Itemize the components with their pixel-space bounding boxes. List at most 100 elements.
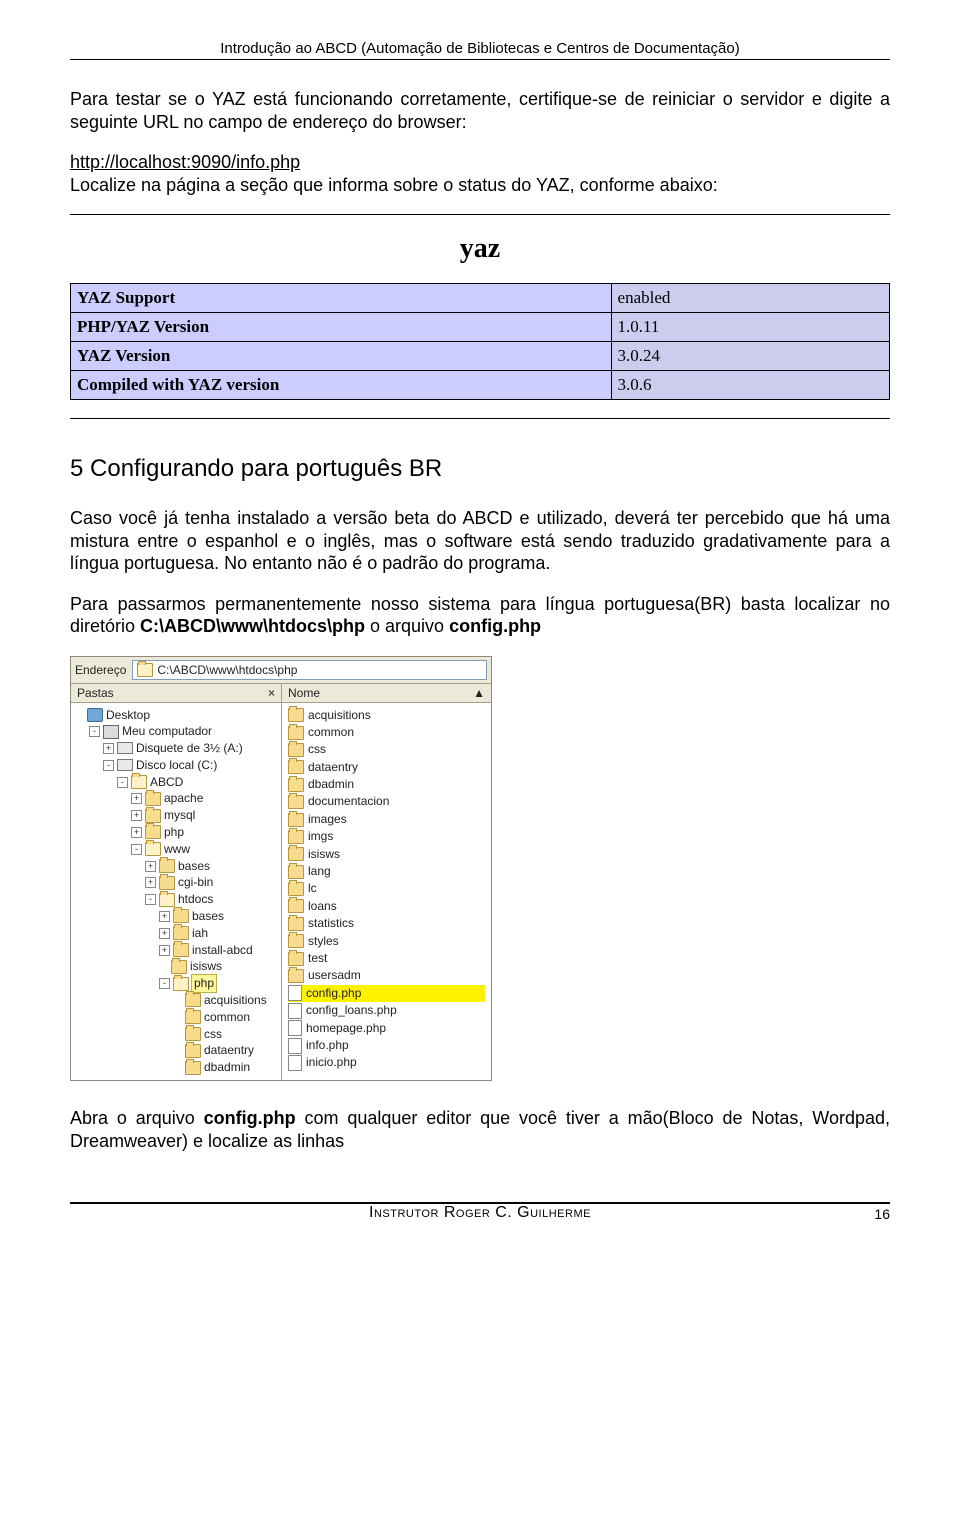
folder-icon xyxy=(288,795,304,809)
folder-icon xyxy=(185,993,201,1007)
config-file: config.php xyxy=(449,616,541,636)
computer-icon xyxy=(103,725,119,739)
info-url-link[interactable]: http://localhost:9090/info.php xyxy=(70,152,300,172)
folder-icon xyxy=(173,909,189,923)
folder-icon xyxy=(145,842,161,856)
yaz-label: Compiled with YAZ version xyxy=(71,371,612,400)
folders-label: Pastas xyxy=(77,686,114,700)
file-icon xyxy=(288,1038,302,1054)
column-nome: Nome xyxy=(288,686,320,700)
item-label: acquisitions xyxy=(308,707,371,724)
folder-icon xyxy=(145,809,161,823)
close-icon[interactable]: × xyxy=(268,686,275,700)
tree-item[interactable]: +iah xyxy=(159,925,363,942)
tree-item[interactable]: +cgi-bin xyxy=(145,874,349,891)
intro-p2: Localize na página a seção que informa s… xyxy=(70,175,718,195)
folder-icon xyxy=(288,726,304,740)
list-item[interactable]: common xyxy=(288,724,485,741)
folder-icon xyxy=(171,960,187,974)
folder-icon xyxy=(288,847,304,861)
folder-icon xyxy=(288,969,304,983)
section5-p1: Caso você já tenha instalado a versão be… xyxy=(70,507,890,575)
tree-item[interactable]: +mysql xyxy=(131,807,335,824)
folder-tree: Desktop -Meu computador +Disquete de 3½ … xyxy=(71,703,281,1081)
section5-p2b: o arquivo xyxy=(365,616,449,636)
folder-icon xyxy=(145,825,161,839)
table-row: YAZ Support enabled xyxy=(71,284,890,313)
yaz-value: 3.0.6 xyxy=(611,371,889,400)
folder-icon xyxy=(159,876,175,890)
item-label: css xyxy=(308,741,326,758)
footer-page-number: 16 xyxy=(850,1206,890,1222)
sort-arrow-icon: ▲ xyxy=(473,686,485,700)
file-icon xyxy=(288,1055,302,1071)
yaz-label: YAZ Support xyxy=(71,284,612,313)
folder-icon xyxy=(288,813,304,827)
tree-htdocs[interactable]: -htdocs +bases +iah +install-abcd xyxy=(145,891,349,1076)
yaz-value: enabled xyxy=(611,284,889,313)
yaz-title: yaz xyxy=(70,233,890,265)
tree-item[interactable]: isisws xyxy=(159,958,363,975)
list-item[interactable]: css xyxy=(288,741,485,758)
folder-icon xyxy=(159,893,175,907)
yaz-label: YAZ Version xyxy=(71,342,612,371)
footer-instructor: Instrutor Roger C. Guilherme xyxy=(110,1204,850,1222)
intro-url-block: http://localhost:9090/info.php Localize … xyxy=(70,151,890,196)
tree-www[interactable]: -www +bases +cgi-bin -htdocs xyxy=(131,841,335,1076)
section-5-title: 5 Configurando para português BR xyxy=(70,455,890,483)
yaz-value: 1.0.11 xyxy=(611,313,889,342)
tree-item[interactable]: +install-abcd xyxy=(159,942,363,959)
folder-icon xyxy=(288,882,304,896)
tree-floppy[interactable]: +Disquete de 3½ (A:) xyxy=(103,740,307,757)
tree-php[interactable]: -php acquisitions common css xyxy=(159,975,363,1076)
tree-disk-c[interactable]: -Disco local (C:) -ABCD +apache +mysql xyxy=(103,757,307,1076)
list-item[interactable]: acquisitions xyxy=(288,707,485,724)
folders-header: Pastas × xyxy=(71,684,281,703)
tree-mycomputer[interactable]: -Meu computador +Disquete de 3½ (A:) -Di… xyxy=(89,723,293,1076)
floppy-icon xyxy=(117,742,133,754)
tree-item[interactable]: +php xyxy=(131,824,335,841)
config-path: C:\ABCD\www\htdocs\php xyxy=(140,616,365,636)
tree-item[interactable]: acquisitions xyxy=(173,992,377,1009)
file-icon xyxy=(288,985,302,1001)
folder-icon xyxy=(159,859,175,873)
tree-item[interactable]: css xyxy=(173,1026,377,1043)
folder-icon xyxy=(185,1061,201,1075)
folder-icon xyxy=(288,952,304,966)
closing-a: Abra o arquivo xyxy=(70,1108,204,1128)
table-row: PHP/YAZ Version 1.0.11 xyxy=(71,313,890,342)
folder-icon xyxy=(185,1044,201,1058)
folder-icon xyxy=(145,792,161,806)
tree-desktop[interactable]: Desktop -Meu computador +Disquete de 3½ … xyxy=(75,707,279,1077)
address-input[interactable]: C:\ABCD\www\htdocs\php xyxy=(132,660,487,680)
folder-icon xyxy=(173,926,189,940)
drive-icon xyxy=(117,759,133,771)
closing-file: config.php xyxy=(204,1108,296,1128)
tree-item[interactable]: dbadmin xyxy=(173,1059,377,1076)
folder-icon xyxy=(173,977,189,991)
intro-p1: Para testar se o YAZ está funcionando co… xyxy=(70,88,890,133)
folder-icon xyxy=(288,917,304,931)
closing-para: Abra o arquivo config.php com qualquer e… xyxy=(70,1107,890,1152)
tree-item[interactable]: dataentry xyxy=(173,1042,377,1059)
file-icon xyxy=(288,1003,302,1019)
tree-item[interactable]: +bases xyxy=(145,858,349,875)
file-icon xyxy=(288,1020,302,1036)
folder-icon xyxy=(288,743,304,757)
folder-icon xyxy=(288,865,304,879)
folder-icon xyxy=(288,830,304,844)
tree-item[interactable]: common xyxy=(173,1009,377,1026)
tree-item[interactable]: +bases xyxy=(159,908,363,925)
yaz-table: YAZ Support enabled PHP/YAZ Version 1.0.… xyxy=(70,283,890,400)
address-bar: Endereço C:\ABCD\www\htdocs\php xyxy=(71,657,491,684)
folder-icon xyxy=(173,943,189,957)
address-value: C:\ABCD\www\htdocs\php xyxy=(157,663,297,677)
file-header[interactable]: Nome ▲ xyxy=(282,684,491,703)
address-label: Endereço xyxy=(75,663,126,677)
tree-item[interactable]: +apache xyxy=(131,790,335,807)
folder-icon xyxy=(288,778,304,792)
folders-pane: Pastas × Desktop -Meu computador +Disque… xyxy=(71,684,282,1081)
folder-icon xyxy=(288,708,304,722)
folder-icon xyxy=(288,934,304,948)
page-footer: Instrutor Roger C. Guilherme 16 xyxy=(70,1202,890,1222)
